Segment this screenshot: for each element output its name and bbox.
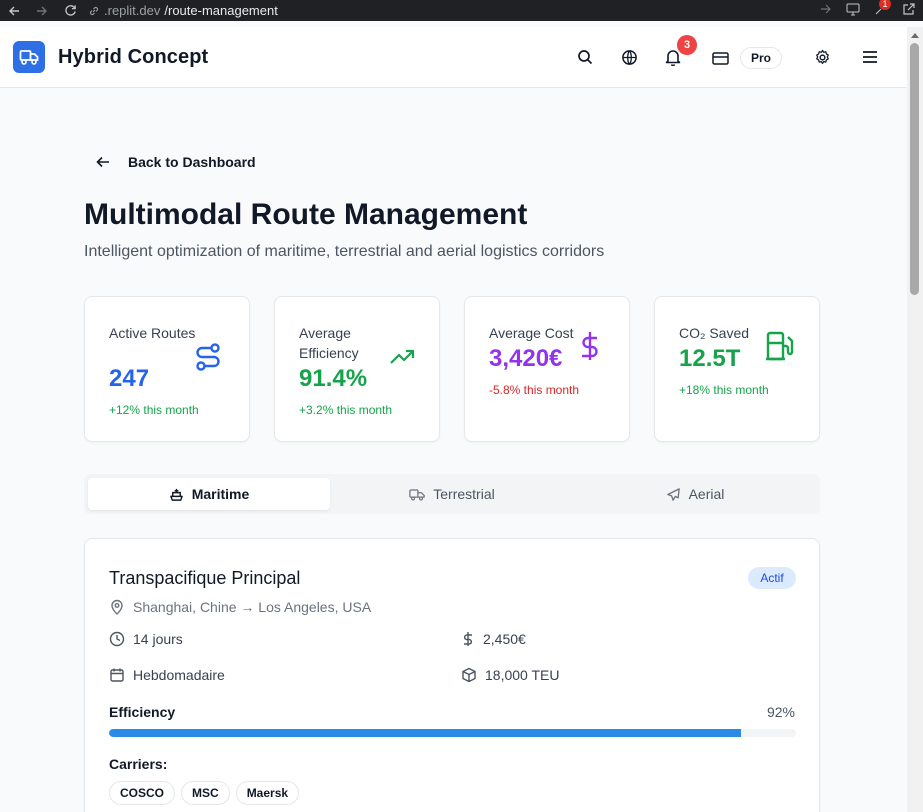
tab-maritime[interactable]: Maritime	[88, 478, 330, 510]
stat-card-active-routes: Active Routes 247 +12% this month	[84, 296, 250, 442]
scroll-up-arrow-icon[interactable]	[911, 33, 919, 38]
map-pin-icon	[111, 599, 123, 615]
stat-change: +3.2% this month	[299, 403, 393, 417]
plan-badge[interactable]: Pro	[740, 47, 782, 69]
trending-up-icon	[387, 342, 417, 372]
stat-change: +18% this month	[679, 383, 769, 397]
carriers-list: COSCO MSC Maersk	[109, 781, 300, 805]
capacity-text: 18,000 TEU	[485, 667, 560, 683]
package-icon	[462, 667, 476, 683]
route-frequency: Hebdomadaire	[109, 667, 225, 683]
stat-card-co2-saved: CO₂ Saved 12.5T +18% this month	[654, 296, 820, 442]
stat-change: +12% this month	[109, 403, 199, 417]
tab-label: Terrestrial	[433, 486, 495, 502]
back-link-label: Back to Dashboard	[128, 154, 256, 170]
route-name: Transpacifique Principal	[109, 568, 301, 588]
brand-name[interactable]: Hybrid Concept	[58, 46, 208, 69]
clock-icon	[109, 631, 125, 647]
route-card[interactable]: Transpacifique Principal Actif Shanghai,…	[84, 538, 820, 812]
efficiency-label: Efficiency	[109, 704, 176, 720]
carrier-chip[interactable]: MSC	[181, 781, 230, 805]
credit-card-icon[interactable]	[708, 46, 732, 70]
address-bar[interactable]: .replit.dev/route-management	[88, 3, 278, 18]
efficiency-value: 92%	[766, 704, 795, 720]
stat-card-average-efficiency: Average Efficiency 91.4% +3.2% this mont…	[274, 296, 440, 442]
page-scrollbar[interactable]	[907, 27, 923, 812]
carrier-chip[interactable]: COSCO	[109, 781, 176, 805]
scroll-thumb[interactable]	[910, 43, 919, 295]
route-path-text: Shanghai, Chine → Los Angeles, USA	[133, 599, 372, 615]
reload-icon[interactable]	[56, 0, 84, 21]
open-external-icon[interactable]	[902, 2, 915, 19]
dollar-icon	[575, 331, 605, 361]
route-icon	[193, 342, 223, 372]
gear-icon[interactable]	[810, 45, 834, 69]
stat-value: 3,420€	[489, 345, 563, 372]
transport-mode-tabs: Maritime Terrestrial Aerial	[84, 474, 820, 514]
duration-text: 14 jours	[133, 631, 183, 647]
stat-value: 91.4%	[299, 365, 368, 392]
monitor-icon[interactable]	[846, 3, 860, 19]
stat-value: 12.5T	[679, 345, 741, 372]
stat-card-average-cost: Average Cost 3,420€ -5.8% this month	[464, 296, 630, 442]
route-cost: 2,450€	[461, 631, 526, 647]
plane-icon	[666, 487, 680, 501]
cost-text: 2,450€	[483, 631, 526, 647]
stat-label: Average Efficiency	[299, 325, 359, 361]
stat-value: 247	[109, 365, 150, 392]
ship-icon	[169, 488, 183, 501]
frequency-text: Hebdomadaire	[133, 667, 225, 683]
globe-icon[interactable]	[617, 45, 641, 69]
carriers-label: Carriers:	[109, 756, 168, 772]
status-badge: Actif	[748, 567, 796, 589]
back-to-dashboard-link[interactable]: Back to Dashboard	[96, 152, 256, 172]
tab-aerial[interactable]: Aerial	[574, 478, 816, 510]
notification-badge: 3	[677, 35, 697, 55]
stat-change: -5.8% this month	[489, 383, 580, 397]
arrow-left-icon	[96, 156, 109, 168]
dollar-small-icon	[464, 632, 472, 646]
tab-label: Maritime	[191, 486, 250, 502]
tab-terrestrial[interactable]: Terrestrial	[331, 478, 573, 510]
stat-label: Active Routes	[109, 325, 196, 341]
route-duration: 14 jours	[109, 631, 183, 647]
truck-icon	[409, 488, 425, 500]
logo-truck-icon[interactable]	[13, 41, 45, 73]
calendar-icon	[110, 668, 124, 682]
route-capacity: 18,000 TEU	[461, 667, 559, 683]
url-host: .replit.dev	[104, 3, 161, 18]
page-subtitle: Intelligent optimization of maritime, te…	[84, 243, 605, 260]
fuel-icon	[765, 331, 795, 361]
carrier-chip[interactable]: Maersk	[235, 781, 300, 805]
page-title: Multimodal Route Management	[84, 198, 528, 231]
bookmark-arrow-icon[interactable]	[820, 3, 832, 18]
route-origin-destination: Shanghai, Chine → Los Angeles, USA	[109, 599, 371, 615]
url-path: /route-management	[164, 3, 278, 18]
search-icon[interactable]	[573, 45, 597, 69]
browser-toolbar: .replit.dev/route-management 1	[0, 0, 923, 21]
menu-icon[interactable]	[858, 45, 882, 69]
link-icon	[89, 6, 99, 15]
forward-arrow-icon[interactable]	[28, 0, 56, 21]
tab-label: Aerial	[688, 486, 725, 502]
back-arrow-icon[interactable]	[0, 0, 28, 21]
efficiency-progress-bar	[109, 729, 796, 737]
efficiency-progress-fill	[109, 729, 742, 737]
